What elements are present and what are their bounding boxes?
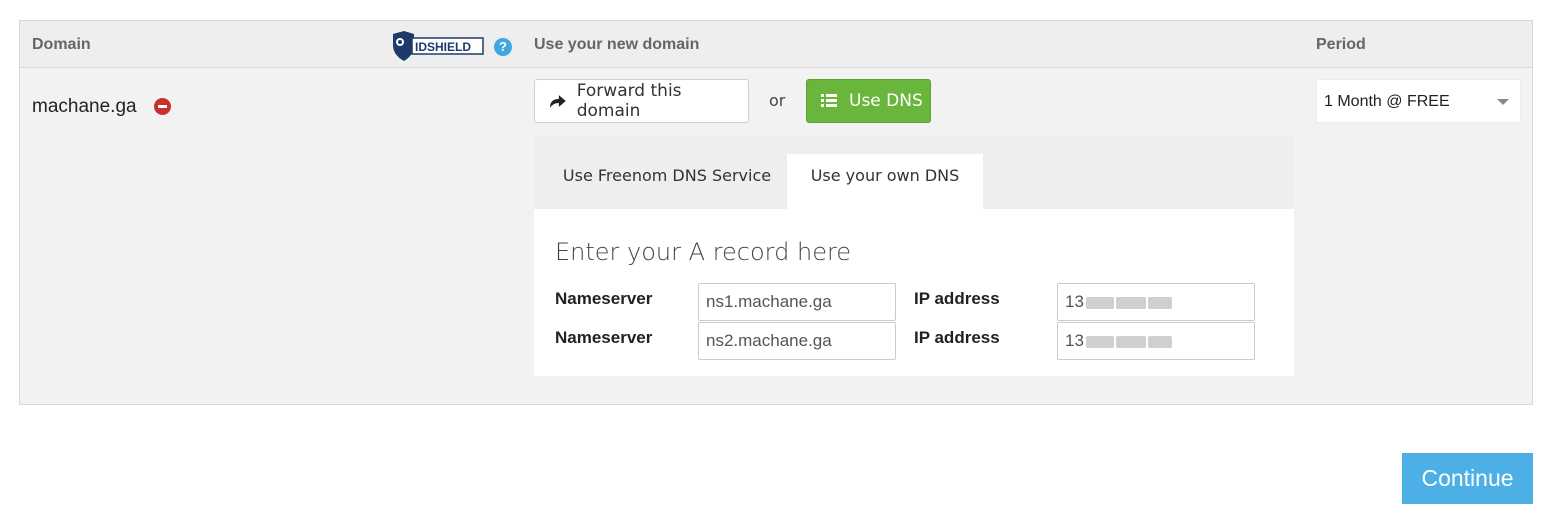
- domain-column-header: Domain: [32, 36, 91, 53]
- nameserver-1-input[interactable]: ns1.machane.ga: [698, 283, 896, 321]
- or-separator: or: [769, 91, 786, 110]
- ip-address-1-input[interactable]: 13: [1057, 283, 1255, 321]
- ip-address-2-value: 13: [1065, 331, 1084, 350]
- nameserver-1-label: Nameserver: [555, 289, 653, 308]
- redacted-ip-1: [1085, 296, 1114, 309]
- redacted-ip-1b: [1115, 296, 1146, 309]
- nameserver-2-value: ns2.machane.ga: [706, 331, 832, 350]
- redacted-ip-2b: [1115, 335, 1146, 348]
- domain-name: machane.ga: [32, 96, 137, 117]
- nameserver-2-input[interactable]: ns2.machane.ga: [698, 322, 896, 360]
- a-record-form: Enter your A record here Nameserver ns1.…: [534, 209, 1294, 376]
- a-record-title: Enter your A record here: [555, 238, 852, 266]
- forward-domain-label: Forward this domain: [576, 81, 682, 121]
- forward-domain-button[interactable]: Forward this domain: [534, 79, 749, 123]
- dns-options-area: Use Freenom DNS Service Use your own DNS…: [534, 136, 1294, 376]
- chevron-down-icon: [1497, 99, 1509, 105]
- list-icon: [821, 94, 837, 108]
- redacted-ip-1c: [1147, 296, 1172, 309]
- share-icon: [549, 95, 566, 108]
- period-select[interactable]: 1 Month @ FREE: [1316, 79, 1521, 123]
- period-selected-value: 1 Month @ FREE: [1324, 93, 1450, 110]
- redacted-ip-2c: [1147, 335, 1172, 348]
- period-column-header: Period: [1316, 36, 1366, 53]
- tab-freenom-dns[interactable]: Use Freenom DNS Service: [548, 154, 786, 210]
- ip-address-1-value: 13: [1065, 292, 1084, 311]
- ip-address-2-label: IP address: [914, 328, 1000, 347]
- idshield-logo-text: IDSHIELD: [415, 40, 471, 54]
- remove-domain-icon[interactable]: [154, 98, 171, 115]
- domain-panel: Domain IDSHIELD ? Use your new domain Pe…: [19, 20, 1533, 405]
- redacted-ip-2: [1085, 335, 1114, 348]
- idshield-logo: IDSHIELD: [393, 31, 484, 61]
- use-dns-label: Use DNS: [849, 91, 923, 111]
- nameserver-2-label: Nameserver: [555, 328, 653, 347]
- help-icon[interactable]: ?: [494, 38, 512, 56]
- ip-address-1-label: IP address: [914, 289, 1000, 308]
- panel-header: Domain IDSHIELD ? Use your new domain Pe…: [20, 21, 1532, 68]
- tab-own-dns[interactable]: Use your own DNS: [787, 154, 983, 210]
- continue-button[interactable]: Continue: [1402, 453, 1533, 504]
- use-domain-column-header: Use your new domain: [534, 36, 700, 53]
- nameserver-1-value: ns1.machane.ga: [706, 292, 832, 311]
- use-dns-button[interactable]: Use DNS: [806, 79, 931, 123]
- ip-address-2-input[interactable]: 13: [1057, 322, 1255, 360]
